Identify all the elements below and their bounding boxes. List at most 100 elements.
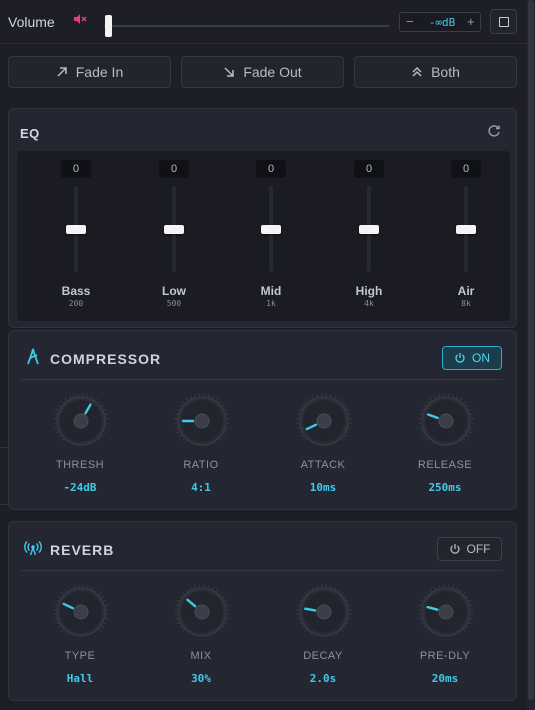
eq-slider-thumb[interactable] bbox=[164, 225, 184, 234]
decay-knob[interactable] bbox=[296, 584, 352, 640]
eq-band-value[interactable]: 0 bbox=[61, 160, 91, 178]
reverb-toggle-button[interactable]: OFF bbox=[437, 537, 502, 561]
eq-band-freq: 1k bbox=[266, 299, 276, 308]
compressor-toggle-label: ON bbox=[472, 351, 490, 365]
reverb-header: REVERB OFF bbox=[9, 522, 518, 571]
knob-value: 30% bbox=[191, 672, 211, 685]
eq-band-name: Air bbox=[457, 284, 475, 298]
eq-band-freq: 8k bbox=[461, 299, 471, 308]
volume-row: Volume − -∞dB + bbox=[0, 0, 527, 44]
scrollbar[interactable] bbox=[527, 0, 535, 710]
eq-band-freq: 200 bbox=[68, 299, 84, 308]
volume-slider-track[interactable] bbox=[104, 25, 389, 27]
knob-label: THRESH bbox=[55, 459, 105, 471]
speaker-muted-icon[interactable] bbox=[73, 13, 87, 25]
fade-in-label: Fade In bbox=[75, 64, 124, 80]
ratio-knob[interactable] bbox=[174, 393, 230, 449]
fade-out-button[interactable]: Fade Out bbox=[181, 56, 344, 88]
audio-control-panel: Volume − -∞dB + Fade In Fade Out Both EQ bbox=[0, 0, 535, 710]
fade-both-button[interactable]: Both bbox=[354, 56, 517, 88]
eq-band-area: 0 Bass 200 0 Low 500 0 Mid 1k 0 High 4k … bbox=[17, 151, 510, 321]
eq-band-freq: 4k bbox=[364, 299, 374, 308]
expand-button[interactable] bbox=[490, 9, 517, 34]
eq-band-name: High bbox=[355, 284, 383, 298]
compressor-icon bbox=[27, 348, 39, 365]
eq-slider-thumb[interactable] bbox=[261, 225, 281, 234]
eq-band-bass: 0 Bass 200 bbox=[46, 151, 106, 321]
knob-value: 250ms bbox=[428, 481, 462, 494]
eq-band-name: Low bbox=[162, 284, 186, 298]
knob-value: -24dB bbox=[63, 481, 97, 494]
eq-band-freq: 500 bbox=[166, 299, 182, 308]
fade-in-button[interactable]: Fade In bbox=[8, 56, 171, 88]
power-icon bbox=[449, 544, 460, 554]
mix-knob[interactable] bbox=[174, 584, 230, 640]
db-stepper: − -∞dB + bbox=[399, 12, 481, 32]
pre-delay-knob[interactable] bbox=[418, 584, 474, 640]
fade-out-label: Fade Out bbox=[243, 64, 302, 80]
eq-title: EQ bbox=[20, 126, 40, 141]
ratio-knob-control: RATIO 4:1 bbox=[151, 393, 251, 503]
db-increment-button[interactable]: + bbox=[467, 14, 475, 29]
attack-knob[interactable] bbox=[296, 393, 352, 449]
eq-band-high: 0 High 4k bbox=[339, 151, 399, 321]
reverb-title: REVERB bbox=[50, 542, 115, 558]
knob-label: TYPE bbox=[64, 650, 96, 662]
eq-slider-thumb[interactable] bbox=[66, 225, 86, 234]
attack-knob-control: ATTACK 10ms bbox=[273, 393, 373, 503]
compressor-toggle-button[interactable]: ON bbox=[442, 346, 502, 370]
knob-label: MIX bbox=[190, 650, 212, 662]
double-chevron-up-icon bbox=[412, 66, 422, 77]
eq-slider-thumb[interactable] bbox=[359, 225, 379, 234]
knob-indicator bbox=[304, 607, 317, 612]
reverb-toggle-label: OFF bbox=[466, 542, 491, 556]
knob-value: Hall bbox=[66, 672, 94, 685]
eq-band-name: Mid bbox=[260, 284, 282, 298]
eq-band-air: 0 Air 8k bbox=[436, 151, 496, 321]
pre-delay-knob-control: PRE-DLY 20ms bbox=[395, 584, 495, 694]
square-icon bbox=[499, 17, 509, 27]
thresh-knob[interactable] bbox=[53, 393, 109, 449]
compressor-title: COMPRESSOR bbox=[50, 351, 162, 367]
eq-band-value[interactable]: 0 bbox=[354, 160, 384, 178]
release-knob-control: RELEASE 250ms bbox=[395, 393, 495, 503]
release-knob[interactable] bbox=[418, 393, 474, 449]
fade-both-label: Both bbox=[431, 64, 460, 80]
volume-label: Volume bbox=[8, 14, 55, 30]
knob-label: RATIO bbox=[183, 459, 219, 471]
eq-slider-thumb[interactable] bbox=[456, 225, 476, 234]
power-icon bbox=[455, 353, 465, 363]
eq-band-value[interactable]: 0 bbox=[256, 160, 286, 178]
eq-band-value[interactable]: 0 bbox=[451, 160, 481, 178]
thresh-knob-control: THRESH -24dB bbox=[30, 393, 130, 503]
eq-panel: EQ 0 Bass 200 0 Low 500 0 Mid 1k 0 High … bbox=[8, 108, 517, 328]
divider bbox=[21, 379, 503, 380]
mix-knob-control: MIX 30% bbox=[151, 584, 251, 694]
type-knob-control: TYPE Hall bbox=[30, 584, 130, 694]
scrollbar-thumb[interactable] bbox=[528, 0, 534, 700]
antenna-icon bbox=[24, 541, 42, 556]
knob-value: 4:1 bbox=[191, 481, 211, 494]
refresh-icon[interactable] bbox=[486, 123, 502, 139]
knob-label: RELEASE bbox=[417, 459, 473, 471]
eq-band-value[interactable]: 0 bbox=[159, 160, 189, 178]
decay-knob-control: DECAY 2.0s bbox=[273, 584, 373, 694]
eq-band-name: Bass bbox=[61, 284, 91, 298]
db-decrement-button[interactable]: − bbox=[406, 14, 414, 29]
knob-value: 2.0s bbox=[309, 672, 337, 685]
divider bbox=[21, 570, 503, 571]
knob-value: 10ms bbox=[309, 481, 337, 494]
arrow-down-right-icon bbox=[224, 67, 235, 77]
volume-slider-thumb[interactable] bbox=[105, 15, 112, 37]
knob-value: 20ms bbox=[431, 672, 459, 685]
compressor-header: COMPRESSOR ON bbox=[9, 331, 518, 380]
eq-band-mid: 0 Mid 1k bbox=[241, 151, 301, 321]
knob-label: ATTACK bbox=[300, 459, 346, 471]
arrow-up-right-icon bbox=[57, 67, 67, 77]
compressor-panel: COMPRESSOR ON THRESH -24dB RATIO 4:1 ATT… bbox=[8, 330, 517, 510]
eq-band-low: 0 Low 500 bbox=[144, 151, 204, 321]
db-value[interactable]: -∞dB bbox=[422, 16, 462, 29]
reverb-panel: REVERB OFF TYPE Hall MIX 30% DECAY 2.0s … bbox=[8, 521, 517, 701]
type-knob[interactable] bbox=[53, 584, 109, 640]
knob-label: PRE-DLY bbox=[419, 650, 471, 662]
